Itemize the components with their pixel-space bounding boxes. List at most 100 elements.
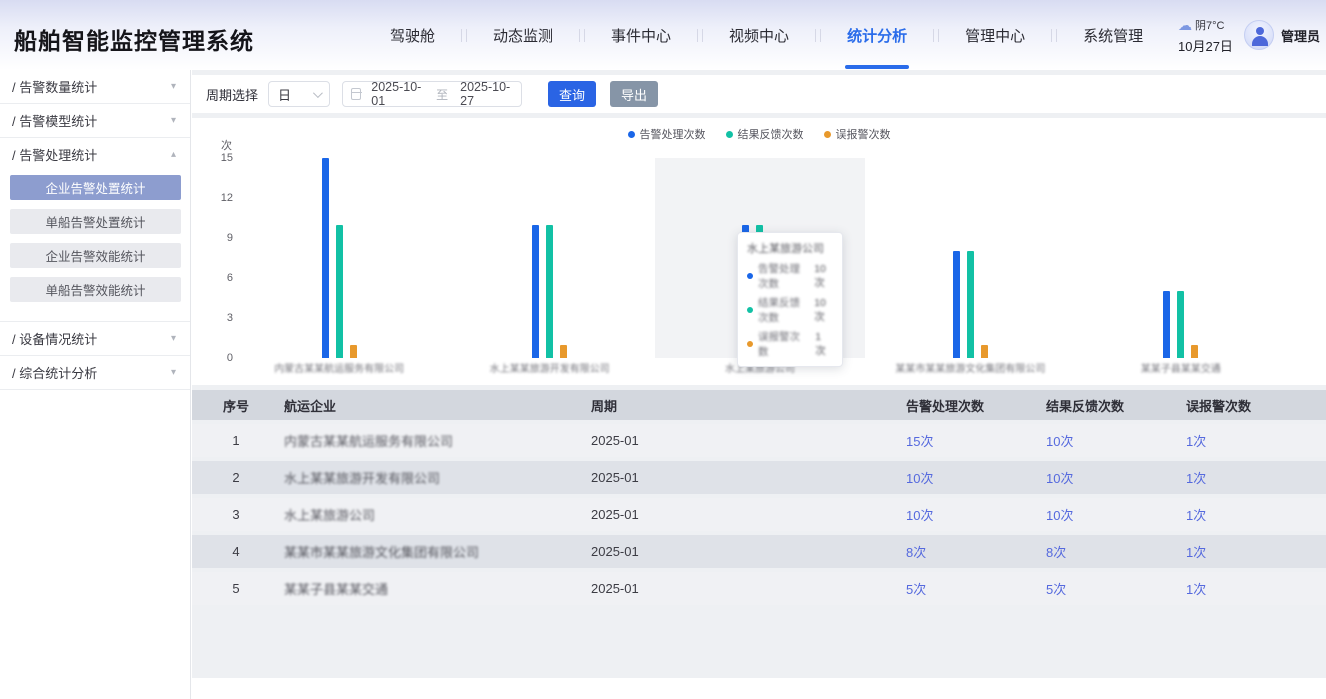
period-select[interactable]: 日 (268, 81, 330, 107)
main-nav: 驾驶舱动态监测事件中心视频中心统计分析管理中心系统管理 (372, 0, 1161, 70)
feedback-count-link[interactable]: 8次 (1046, 545, 1066, 560)
bar-group-5[interactable] (1076, 158, 1286, 358)
nav-divider (697, 29, 703, 42)
table-row: 4某某市某某旅游文化集团有限公司2025-018次8次1次 (192, 535, 1326, 568)
calendar-icon (351, 88, 361, 100)
sidebar-item-3[interactable]: / 告警处理统计▴ (0, 138, 190, 171)
bar (981, 345, 988, 358)
y-tick-label: 3 (192, 312, 233, 324)
feedback-count-link[interactable]: 10次 (1046, 471, 1073, 486)
handled-count-link[interactable]: 10次 (906, 471, 933, 486)
legend-label: 误报警次数 (836, 126, 891, 142)
bar (560, 345, 567, 358)
nav-item-6[interactable]: 管理中心 (947, 0, 1043, 70)
nav-item-2[interactable]: 动态监测 (475, 0, 571, 70)
person-icon (1256, 27, 1264, 35)
false-alarm-count-link[interactable]: 1次 (1186, 582, 1206, 597)
date-start-value: 2025-10-01 (371, 80, 424, 108)
handled-count-link[interactable]: 15次 (906, 434, 933, 449)
bar (350, 345, 357, 358)
feedback-count-link[interactable]: 5次 (1046, 582, 1066, 597)
table-row: 5某某子县某某交通2025-015次5次1次 (192, 572, 1326, 605)
nav-item-4[interactable]: 视频中心 (711, 0, 807, 70)
false-alarm-count-link[interactable]: 1次 (1186, 508, 1206, 523)
handled-count-link[interactable]: 8次 (906, 545, 926, 560)
company-name: 内蒙古某某航运服务有限公司 (280, 431, 585, 450)
sidebar-subitem-1[interactable]: 企业告警处置统计 (10, 175, 181, 200)
legend-item[interactable]: 误报警次数 (824, 126, 891, 142)
company-name: 水上某旅游公司 (280, 505, 585, 524)
false-alarm-count-link[interactable]: 1次 (1186, 434, 1206, 449)
user-avatar[interactable] (1244, 20, 1274, 50)
export-button[interactable]: 导出 (610, 81, 658, 107)
sidebar-item-1[interactable]: / 告警数量统计▾ (0, 70, 190, 103)
handled-count-link[interactable]: 10次 (906, 508, 933, 523)
query-button[interactable]: 查询 (548, 81, 596, 107)
sidebar-divider (0, 389, 190, 390)
cloud-icon: ☁ (1178, 19, 1192, 31)
tooltip-series-label: 结果反馈次数 (758, 295, 805, 325)
feedback-count-link[interactable]: 10次 (1046, 434, 1073, 449)
data-table: 序号航运企业周期告警处理次数结果反馈次数误报警次数 1内蒙古某某航运服务有限公司… (192, 390, 1326, 605)
filter-bar: 周期选择 日 2025-10-01 至 2025-10-27 查询 导出 (192, 75, 1326, 113)
feedback-count-link[interactable]: 10次 (1046, 508, 1073, 523)
legend-label: 结果反馈次数 (738, 126, 804, 142)
tooltip-series-dot (747, 341, 753, 347)
sidebar-subitem-2[interactable]: 单船告警处置统计 (10, 209, 181, 234)
nav-item-3[interactable]: 事件中心 (593, 0, 689, 70)
nav-item-7[interactable]: 系统管理 (1065, 0, 1161, 70)
bar-group-1[interactable] (234, 158, 444, 358)
bar-chart: 告警处理次数结果反馈次数误报警次数 次 15129630 内蒙古某某航运服务有限… (192, 118, 1326, 385)
legend-item[interactable]: 告警处理次数 (628, 126, 706, 142)
nav-item-1[interactable]: 驾驶舱 (372, 0, 453, 70)
false-alarm-count-link[interactable]: 1次 (1186, 471, 1206, 486)
sidebar-item-2[interactable]: / 告警模型统计▾ (0, 104, 190, 137)
row-index: 3 (192, 507, 280, 522)
period-select-value: 日 (278, 85, 291, 104)
sidebar-item-5[interactable]: / 综合统计分析▾ (0, 356, 190, 389)
chevron-down-icon (313, 88, 323, 98)
bar-group-4[interactable] (865, 158, 1075, 358)
legend-label: 告警处理次数 (640, 126, 706, 142)
sidebar-item-label: / 设备情况统计 (12, 329, 97, 348)
column-header: 航运企业 (280, 396, 585, 415)
sidebar-subitem-3[interactable]: 企业告警效能统计 (10, 243, 181, 268)
tooltip-series-value: 1 次 (815, 331, 833, 358)
false-alarm-count-link[interactable]: 1次 (1186, 545, 1206, 560)
bar-group-2[interactable] (444, 158, 654, 358)
date-end-value: 2025-10-27 (460, 80, 513, 108)
x-axis-label: 内蒙古某某航运服务有限公司 (234, 360, 444, 375)
bar (967, 251, 974, 358)
legend-item[interactable]: 结果反馈次数 (726, 126, 804, 142)
bar (336, 225, 343, 358)
table-row: 3水上某旅游公司2025-0110次10次1次 (192, 498, 1326, 531)
main-content: 周期选择 日 2025-10-01 至 2025-10-27 查询 导出 告警处… (192, 70, 1326, 699)
handled-count-link[interactable]: 5次 (906, 582, 926, 597)
column-header: 结果反馈次数 (1042, 396, 1182, 415)
nav-divider (815, 29, 821, 42)
table-row: 1内蒙古某某航运服务有限公司2025-0115次10次1次 (192, 424, 1326, 457)
tooltip-row: 误报警次数1 次 (747, 329, 833, 359)
nav-divider (1051, 29, 1057, 42)
column-header: 告警处理次数 (902, 396, 1042, 415)
tooltip-series-value: 10 次 (814, 263, 833, 290)
y-tick-label: 9 (192, 232, 233, 244)
chevron-down-icon: ▾ (171, 81, 176, 92)
bar (1163, 291, 1170, 358)
row-index: 1 (192, 433, 280, 448)
sidebar-item-4[interactable]: / 设备情况统计▾ (0, 322, 190, 355)
bar (1177, 291, 1184, 358)
chevron-down-icon: ▾ (171, 367, 176, 378)
legend-dot (726, 131, 733, 138)
x-axis-label: 水上某某旅游开发有限公司 (444, 360, 654, 375)
nav-divider (933, 29, 939, 42)
nav-divider (461, 29, 467, 42)
sidebar-sublist: 企业告警处置统计单船告警处置统计企业告警效能统计单船告警效能统计 (0, 171, 190, 321)
date-range-input[interactable]: 2025-10-01 至 2025-10-27 (342, 81, 522, 107)
nav-item-5[interactable]: 统计分析 (829, 0, 925, 70)
user-menu[interactable]: 管理员 (1244, 20, 1320, 50)
sidebar-subitem-4[interactable]: 单船告警效能统计 (10, 277, 181, 302)
row-index: 5 (192, 581, 280, 596)
y-tick-label: 15 (192, 152, 233, 164)
weather-condition: 阴7°C (1195, 17, 1224, 33)
